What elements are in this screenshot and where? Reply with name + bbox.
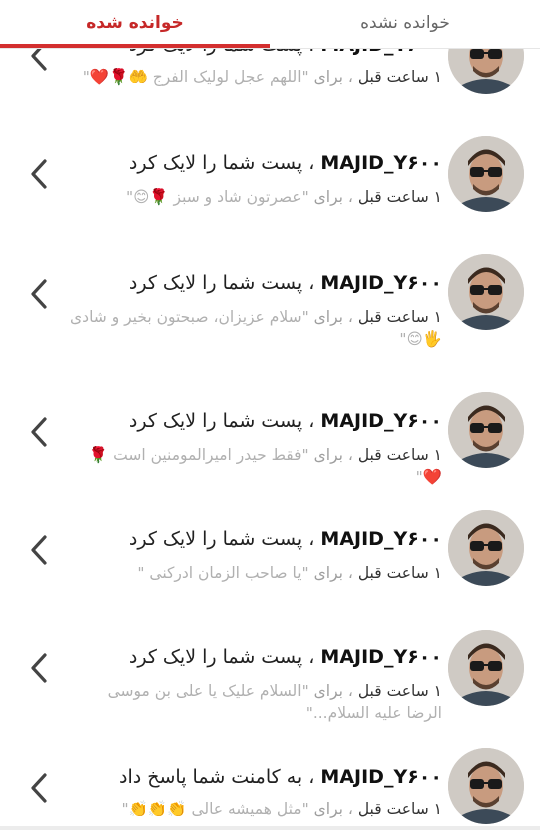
post-quote: "یا صاحب الزمان ادرکنی " bbox=[137, 564, 309, 582]
username[interactable]: MAJID_Y۶۰۰ bbox=[320, 766, 442, 788]
time-ago: ۱ ساعت قبل bbox=[357, 68, 442, 86]
avatar[interactable] bbox=[448, 254, 524, 330]
chevron-left-icon[interactable] bbox=[28, 278, 50, 310]
notification-item[interactable]: MAJID_Y۶۰۰ ، به کامنت شما پاسخ داد ۱ ساع… bbox=[0, 742, 540, 830]
action-text: ، پست شما را لایک کرد bbox=[128, 646, 315, 668]
notification-detail: ۱ ساعت قبل ، برای "مثل همیشه عالی 👏👏👏" bbox=[70, 798, 442, 820]
notification-title: MAJID_Y۶۰۰ ، پست شما را لایک کرد bbox=[70, 408, 442, 434]
for-word: ، برای bbox=[313, 446, 353, 464]
username[interactable]: MAJID_Y۶۰۰ bbox=[320, 152, 442, 174]
for-word: ، برای bbox=[313, 800, 353, 818]
notification-detail: ۱ ساعت قبل ، برای "یا صاحب الزمان ادرکنی… bbox=[70, 562, 442, 584]
username[interactable]: MAJID_Y۶۰۰ bbox=[320, 646, 442, 668]
post-quote: "مثل همیشه عالی 👏👏👏" bbox=[121, 800, 309, 818]
notification-item[interactable]: MAJID_Y۶۰۰ ، پست شما را لایک کرد ۱ ساعت … bbox=[0, 118, 540, 236]
action-text: ، پست شما را لایک کرد bbox=[128, 410, 315, 432]
notification-title: MAJID_Y۶۰۰ ، پست شما را لایک کرد bbox=[70, 644, 442, 670]
chevron-left-icon[interactable] bbox=[28, 158, 50, 190]
chevron-left-icon[interactable] bbox=[28, 772, 50, 804]
avatar[interactable] bbox=[448, 630, 524, 706]
username[interactable]: MAJID_Y۶۰۰ bbox=[320, 410, 442, 432]
notification-item[interactable]: MAJID_Y۶۰۰ ، پست شما را لایک کرد ۱ ساعت … bbox=[0, 494, 540, 612]
time-ago: ۱ ساعت قبل bbox=[357, 800, 442, 818]
action-text: ، پست شما را لایک کرد bbox=[128, 152, 315, 174]
notification-item[interactable]: MAJID_Y۶۰۰ ، پست شما را لایک کرد ۱ ساعت … bbox=[0, 236, 540, 374]
time-ago: ۱ ساعت قبل bbox=[357, 682, 442, 700]
notification-detail: ۱ ساعت قبل ، برای "فقط حیدر امیرالمومنین… bbox=[70, 444, 442, 488]
for-word: ، برای bbox=[313, 682, 353, 700]
notification-title: MAJID_Y۶۰۰ ، به کامنت شما پاسخ داد bbox=[70, 764, 442, 790]
action-text: ، پست شما را لایک کرد bbox=[128, 528, 315, 550]
tab-read[interactable]: خوانده شده bbox=[0, 0, 270, 46]
notification-title: MAJID_Y۶۰۰ ، پست شما را لایک کرد bbox=[70, 526, 442, 552]
for-word: ، برای bbox=[313, 564, 353, 582]
action-text: ، پست شما را لایک کرد bbox=[128, 272, 315, 294]
time-ago: ۱ ساعت قبل bbox=[357, 446, 442, 464]
bottom-divider bbox=[0, 826, 540, 830]
for-word: ، برای bbox=[313, 188, 353, 206]
post-quote: "اللهم عجل لولیک الفرج 🤲🌹❤️" bbox=[82, 68, 309, 86]
for-word: ، برای bbox=[313, 308, 353, 326]
for-word: ، برای bbox=[313, 68, 353, 86]
active-tab-indicator bbox=[0, 44, 270, 48]
post-quote: "عصرتون شاد و سبز 🌹😊" bbox=[126, 188, 309, 206]
notification-list: MAJID_Y۶۰۰ ، پست شما را لایک کرد ۱ ساعت … bbox=[0, 0, 540, 830]
avatar[interactable] bbox=[448, 392, 524, 468]
chevron-left-icon[interactable] bbox=[28, 534, 50, 566]
time-ago: ۱ ساعت قبل bbox=[357, 188, 442, 206]
chevron-left-icon[interactable] bbox=[28, 416, 50, 448]
notification-title: MAJID_Y۶۰۰ ، پست شما را لایک کرد bbox=[70, 150, 442, 176]
time-ago: ۱ ساعت قبل bbox=[357, 308, 442, 326]
tab-bar: خوانده شده خوانده نشده bbox=[0, 0, 540, 49]
notification-item[interactable]: MAJID_Y۶۰۰ ، پست شما را لایک کرد ۱ ساعت … bbox=[0, 612, 540, 742]
notification-detail: ۱ ساعت قبل ، برای "سلام عزیزان، صبحتون ب… bbox=[70, 306, 442, 350]
notification-detail: ۱ ساعت قبل ، برای "عصرتون شاد و سبز 🌹😊" bbox=[70, 186, 442, 208]
notification-detail: ۱ ساعت قبل ، برای "السلام علیک یا علی بن… bbox=[70, 680, 442, 724]
avatar[interactable] bbox=[448, 748, 524, 824]
notification-detail: ۱ ساعت قبل ، برای "اللهم عجل لولیک الفرج… bbox=[70, 66, 442, 88]
action-text: ، به کامنت شما پاسخ داد bbox=[119, 766, 315, 788]
notification-item[interactable]: MAJID_Y۶۰۰ ، پست شما را لایک کرد ۱ ساعت … bbox=[0, 374, 540, 494]
time-ago: ۱ ساعت قبل bbox=[357, 564, 442, 582]
chevron-left-icon[interactable] bbox=[28, 652, 50, 684]
username[interactable]: MAJID_Y۶۰۰ bbox=[320, 272, 442, 294]
tab-unread[interactable]: خوانده نشده bbox=[270, 0, 540, 46]
username[interactable]: MAJID_Y۶۰۰ bbox=[320, 528, 442, 550]
notification-title: MAJID_Y۶۰۰ ، پست شما را لایک کرد bbox=[70, 270, 442, 296]
avatar[interactable] bbox=[448, 136, 524, 212]
avatar[interactable] bbox=[448, 510, 524, 586]
